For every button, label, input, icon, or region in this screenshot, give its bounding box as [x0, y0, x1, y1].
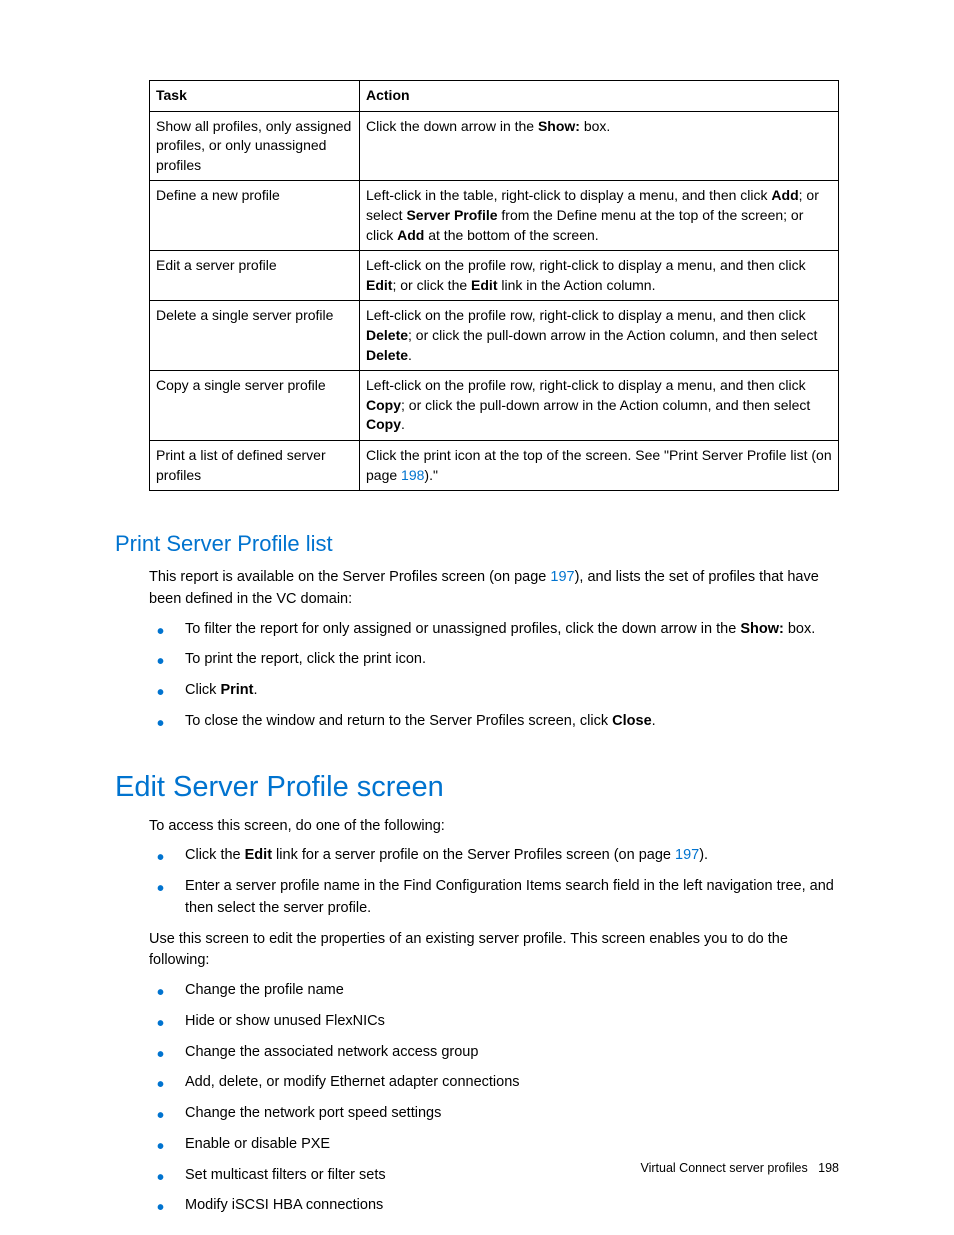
task-cell: Print a list of defined server profiles [150, 440, 360, 490]
table-row: Edit a server profileLeft-click on the p… [150, 251, 839, 301]
edit-server-profile-screen-heading: Edit Server Profile screen [115, 771, 839, 804]
table-row: Define a new profileLeft-click in the ta… [150, 181, 839, 251]
action-cell: Click the down arrow in the Show: box. [360, 111, 839, 181]
list-item: Modify iSCSI HBA connections [149, 1195, 839, 1217]
task-cell: Show all profiles, only assigned profile… [150, 111, 360, 181]
list-item: To filter the report for only assigned o… [149, 619, 839, 641]
action-cell: Left-click on the profile row, right-cli… [360, 251, 839, 301]
page-link[interactable]: 197 [675, 847, 699, 863]
list-item: Enter a server profile name in the Find … [149, 876, 839, 920]
task-cell: Define a new profile [150, 181, 360, 251]
table-row: Show all profiles, only assigned profile… [150, 111, 839, 181]
list-item: To close the window and return to the Se… [149, 711, 839, 733]
list-item: Change the network port speed settings [149, 1103, 839, 1125]
task-cell: Delete a single server profile [150, 301, 360, 371]
page-link-197[interactable]: 197 [550, 569, 574, 585]
page-footer: Virtual Connect server profiles 198 [641, 1161, 840, 1175]
list-item: Change the associated network access gro… [149, 1042, 839, 1064]
section2-bullet-list-2: Change the profile name Hide or show unus… [149, 980, 839, 1217]
list-item: Hide or show unused FlexNICs [149, 1011, 839, 1033]
list-item: To print the report, click the print ico… [149, 649, 839, 671]
action-cell: Left-click on the profile row, right-cli… [360, 301, 839, 371]
section2-bullet-list-1: Click the Edit link for a server profile… [149, 845, 839, 919]
task-action-table: Task Action Show all profiles, only assi… [149, 80, 839, 491]
task-cell: Edit a server profile [150, 251, 360, 301]
table-row: Print a list of defined server profilesC… [150, 440, 839, 490]
table-header-task: Task [150, 81, 360, 112]
table-header-action: Action [360, 81, 839, 112]
action-cell: Click the print icon at the top of the s… [360, 440, 839, 490]
action-cell: Left-click on the profile row, right-cli… [360, 371, 839, 441]
task-cell: Copy a single server profile [150, 371, 360, 441]
table-row: Delete a single server profileLeft-click… [150, 301, 839, 371]
list-item: Enable or disable PXE [149, 1134, 839, 1156]
print-server-profile-list-heading: Print Server Profile list [115, 531, 839, 557]
list-item: Change the profile name [149, 980, 839, 1002]
list-item: Add, delete, or modify Ethernet adapter … [149, 1072, 839, 1094]
section1-bullet-list: To filter the report for only assigned o… [149, 619, 839, 733]
action-cell: Left-click in the table, right-click to … [360, 181, 839, 251]
list-item: Click Print. [149, 680, 839, 702]
list-item: Click the Edit link for a server profile… [149, 845, 839, 867]
section2-para2: Use this screen to edit the properties o… [149, 929, 839, 973]
table-row: Copy a single server profileLeft-click o… [150, 371, 839, 441]
section2-intro: To access this screen, do one of the fol… [149, 816, 839, 838]
page-link[interactable]: 198 [401, 467, 424, 483]
section1-intro: This report is available on the Server P… [149, 567, 839, 611]
